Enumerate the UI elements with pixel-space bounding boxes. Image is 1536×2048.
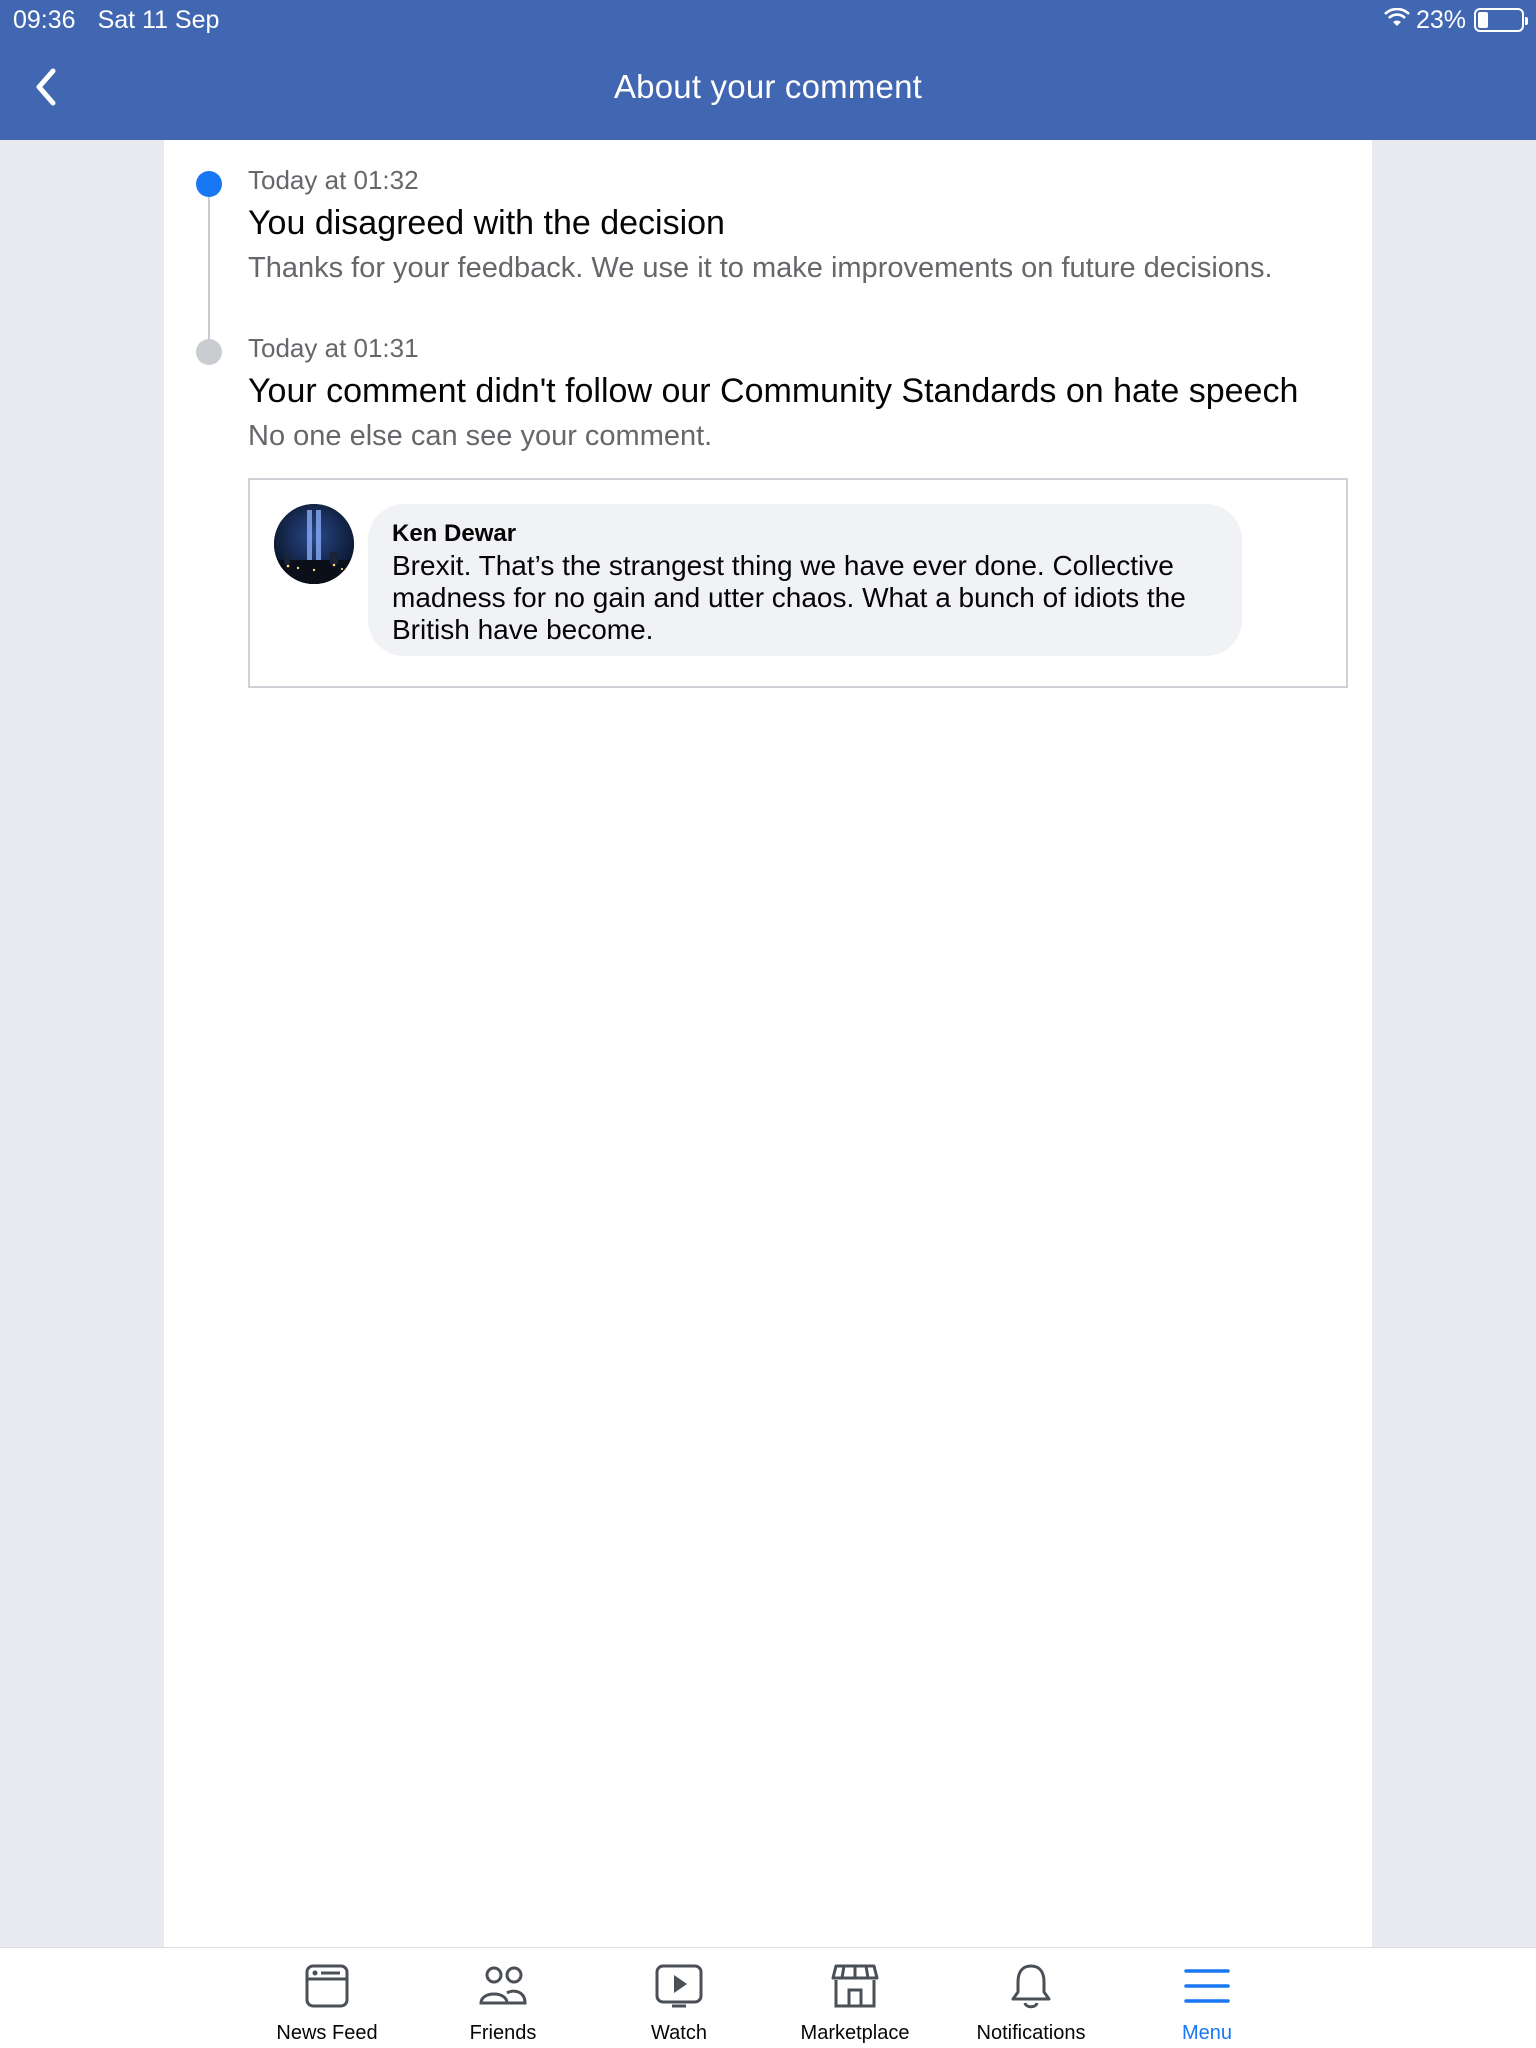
tab-label: Marketplace xyxy=(800,2022,910,2044)
tab-menu[interactable]: Menu xyxy=(1122,1960,1292,2048)
battery-icon xyxy=(1474,8,1528,32)
timeline-event-violation: Today at 01:31 Your comment didn't follo… xyxy=(248,332,1358,454)
event-description: Thanks for your feedback. We use it to m… xyxy=(248,252,1273,284)
status-date: Sat 11 Sep xyxy=(97,5,220,34)
timeline-connector xyxy=(208,183,210,351)
comment-text: Brexit. That’s the strangest thing we ha… xyxy=(392,550,1186,645)
timeline-dot-current xyxy=(196,171,222,197)
tab-label: News Feed xyxy=(276,2022,378,2044)
tab-label: Notifications xyxy=(976,2022,1086,2044)
battery-percent: 23% xyxy=(1415,5,1466,34)
status-time: 09:36 xyxy=(13,5,76,34)
tab-notifications[interactable]: Notifications xyxy=(946,1960,1116,2048)
timeline-event-disagreed: Today at 01:32 You disagreed with the de… xyxy=(248,164,1358,286)
status-bar-left: 09:36 Sat 11 Sep xyxy=(13,5,219,35)
marketplace-icon xyxy=(829,1960,881,2012)
page-title: About your comment xyxy=(613,68,923,105)
comment-preview: Ken Dewar Brexit. That’s the strangest t… xyxy=(248,478,1348,688)
bottom-tab-bar: News Feed Friends Watch Marketplace Noti… xyxy=(0,1947,1536,2048)
event-time: Today at 01:32 xyxy=(248,165,419,195)
comment-bubble: Ken Dewar Brexit. That’s the strangest t… xyxy=(368,504,1242,656)
tab-marketplace[interactable]: Marketplace xyxy=(770,1960,940,2048)
event-title: Your comment didn't follow our Community… xyxy=(248,372,1299,410)
timeline-dot-past xyxy=(196,339,222,365)
avatar xyxy=(274,504,354,584)
tab-label: Watch xyxy=(651,2022,707,2044)
status-bar-right: 23% xyxy=(1384,5,1528,35)
top-header: 09:36 Sat 11 Sep 23% About your comment xyxy=(0,0,1536,140)
tab-label: Friends xyxy=(469,2022,537,2044)
event-description: No one else can see your comment. xyxy=(248,420,713,452)
friends-icon xyxy=(477,1960,529,2012)
tab-watch[interactable]: Watch xyxy=(594,1960,764,2048)
bell-icon xyxy=(1005,1960,1057,2012)
tab-friends[interactable]: Friends xyxy=(418,1960,588,2048)
comment-author: Ken Dewar xyxy=(392,520,517,547)
tab-news-feed[interactable]: News Feed xyxy=(242,1960,412,2048)
menu-icon xyxy=(1181,1960,1233,2012)
battery-level xyxy=(1478,12,1488,28)
tab-label: Menu xyxy=(1181,2022,1233,2044)
wifi-icon xyxy=(1384,6,1410,35)
event-time: Today at 01:31 xyxy=(248,333,419,363)
news-feed-icon xyxy=(301,1960,353,2012)
event-title: You disagreed with the decision xyxy=(248,204,725,242)
watch-icon xyxy=(653,1960,705,2012)
